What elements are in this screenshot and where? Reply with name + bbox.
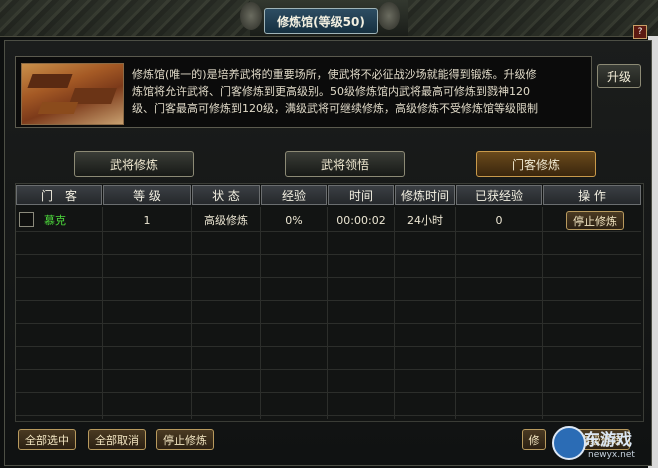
top-decoration-left [0, 0, 250, 36]
watermark-url: newyx.net [588, 450, 635, 460]
table-row-empty [16, 323, 641, 347]
column-divider [394, 207, 395, 419]
retainer-gained-exp: 0 [495, 213, 503, 227]
select-all-button[interactable]: 全部选中 [18, 429, 76, 450]
retainer-exp: 0% [285, 213, 303, 227]
column-header-level: 等 级 [103, 185, 191, 205]
description-line: 级、门客最高可修炼到120级，满级武将可继续修炼，高级修炼不受修炼馆等级限制 [132, 102, 538, 115]
cancel-all-button[interactable]: 全部取消 [88, 429, 146, 450]
retainer-level: 1 [143, 213, 151, 227]
column-divider [102, 207, 103, 419]
retainer-time: 00:00:02 [336, 213, 386, 227]
stop-training-button[interactable]: 停止修炼 [566, 211, 624, 230]
column-divider [542, 207, 543, 419]
tab-retainer-training[interactable]: 门客修炼 [476, 151, 596, 177]
window-title: 修炼馆(等级50) [264, 8, 378, 34]
top-decoration-right [408, 0, 658, 36]
train-button[interactable]: 修 [522, 429, 546, 450]
column-divider [191, 207, 192, 419]
row-select-checkbox[interactable] [19, 212, 34, 227]
column-header-exp: 经验 [261, 185, 327, 205]
watermark-text: 东游戏 [584, 430, 633, 449]
watermark-logo-icon [552, 426, 586, 460]
table-row-empty [16, 231, 641, 255]
table-row-empty [16, 277, 641, 301]
retainer-name[interactable]: 慕克 [38, 209, 72, 231]
tab-general-insight[interactable]: 武将领悟 [285, 151, 405, 177]
table-row-empty [16, 369, 641, 393]
description-text: 修炼馆(唯一的)是培养武将的重要场所，使武将不必征战沙场就能得到锻炼。升级修 炼… [132, 66, 580, 117]
column-header-status: 状 态 [192, 185, 260, 205]
column-divider [327, 207, 328, 419]
table-row-empty [16, 300, 641, 324]
upgrade-button[interactable]: 升级 [597, 64, 641, 88]
table-row-empty [16, 346, 641, 370]
retainer-train-time: 24小时 [407, 214, 443, 227]
column-header-retainer: 门 客 [16, 185, 102, 205]
retainer-status: 高级修炼 [204, 214, 248, 227]
column-header-action: 操 作 [543, 185, 641, 205]
building-thumbnail [21, 63, 124, 125]
column-header-time: 时间 [328, 185, 394, 205]
stop-all-training-button[interactable]: 停止修炼 [156, 429, 214, 450]
table-row-empty [16, 254, 641, 278]
title-ornament-right [378, 2, 400, 30]
help-button[interactable]: ? [633, 25, 647, 39]
column-divider [260, 207, 261, 419]
column-divider [455, 207, 456, 419]
tab-general-training[interactable]: 武将修炼 [74, 151, 194, 177]
description-line: 炼馆将允许武将、门客修炼到更高级别。50级修炼馆内武将最高可修炼到戮神120 [132, 85, 530, 98]
column-header-train-time: 修炼时间 [395, 185, 455, 205]
title-ornament-left [240, 2, 262, 30]
column-header-gained-exp: 已获经验 [456, 185, 542, 205]
table-row-empty [16, 392, 641, 416]
description-line: 修炼馆(唯一的)是培养武将的重要场所，使武将不必征战沙场就能得到锻炼。升级修 [132, 68, 537, 81]
